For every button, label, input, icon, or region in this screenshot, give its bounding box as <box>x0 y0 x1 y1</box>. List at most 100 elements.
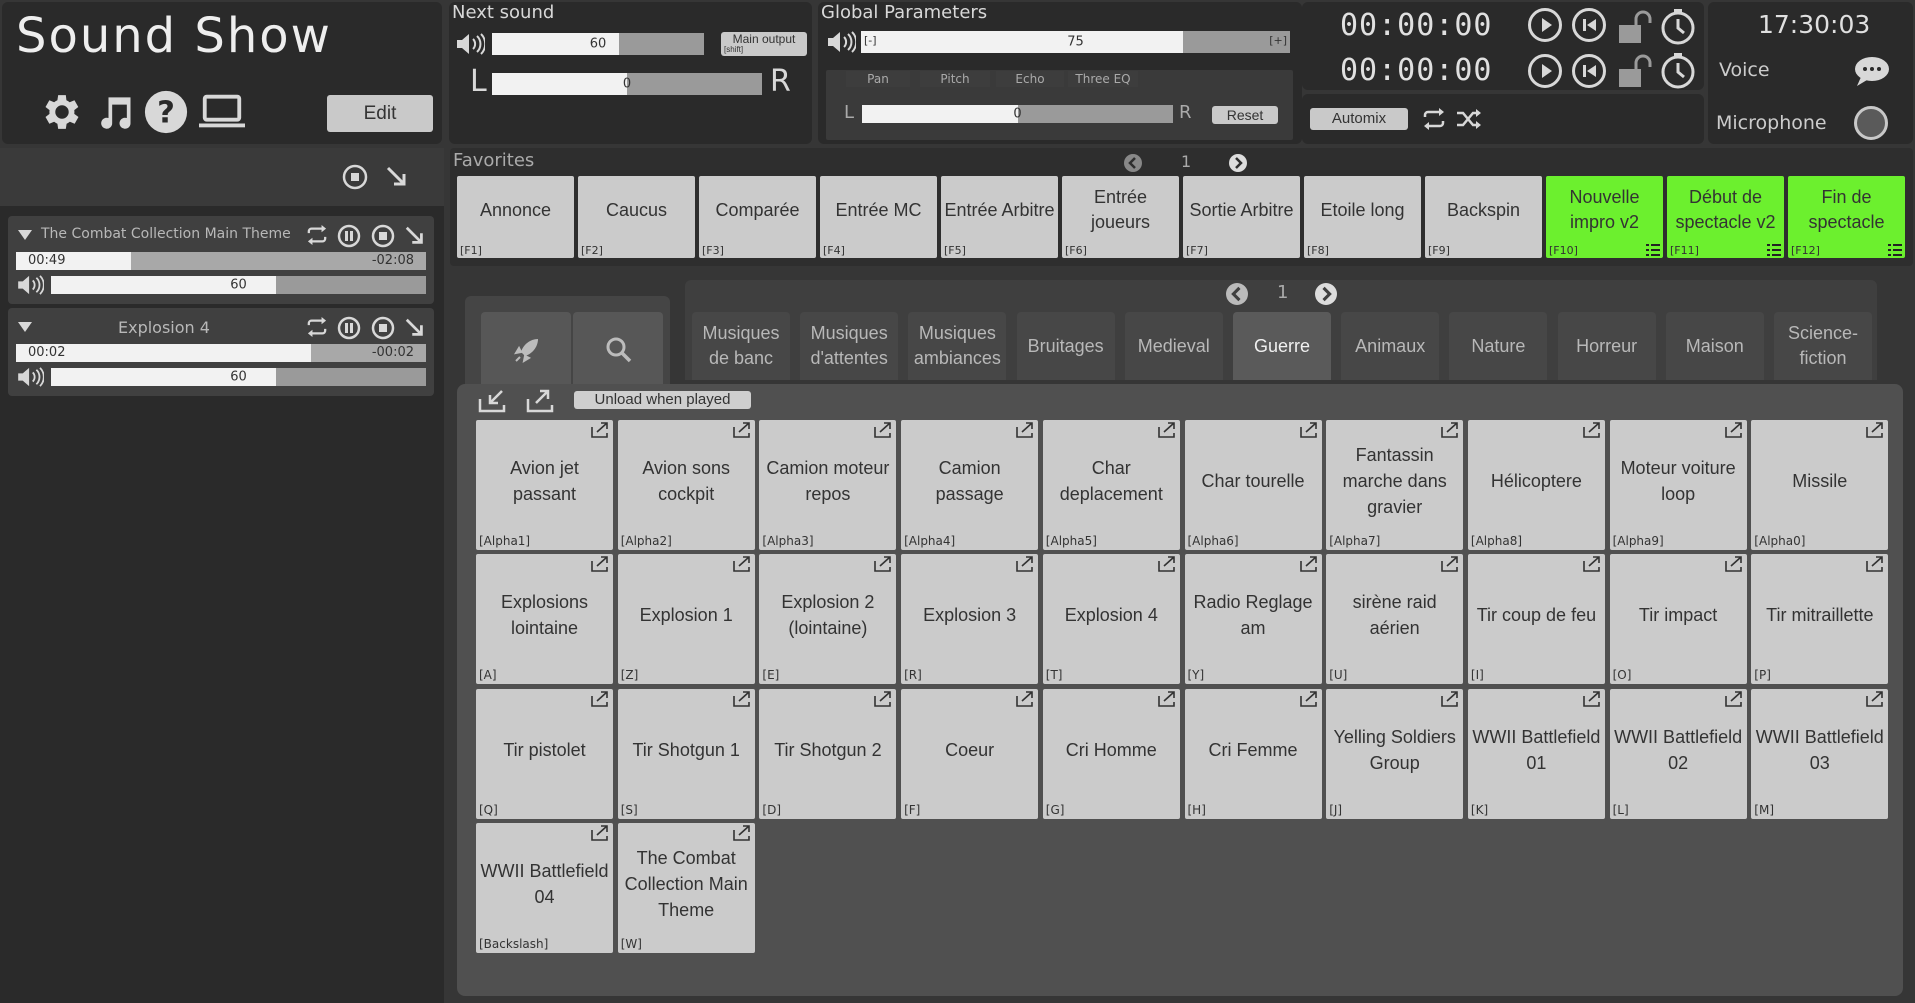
chevron-left-icon[interactable] <box>1123 153 1143 173</box>
tab-three-eq[interactable]: Three EQ <box>1068 71 1138 87</box>
library-tab[interactable]: Medieval <box>1124 312 1223 380</box>
favorite-button[interactable]: Etoile long [F8] <box>1304 176 1421 258</box>
sound-tile[interactable]: Cri Homme [G] <box>1042 688 1180 819</box>
sound-tile[interactable]: WWII Battlefield 03 [M] <box>1751 688 1889 819</box>
sound-tile[interactable]: WWII Battlefield 01 [K] <box>1467 688 1605 819</box>
stop-icon[interactable] <box>341 163 369 191</box>
sound-tile[interactable]: Missile [Alpha0] <box>1751 420 1889 550</box>
sound-tile[interactable]: Tir mitraillette [P] <box>1751 554 1889 685</box>
sound-tile[interactable]: Camion moteur repos [Alpha3] <box>759 420 897 550</box>
stop-icon[interactable] <box>370 315 396 341</box>
import-icon[interactable] <box>477 388 507 414</box>
sound-tile[interactable]: The Combat Collection Main Theme [W] <box>617 822 755 953</box>
pause-icon[interactable] <box>336 315 362 341</box>
fade-out-icon[interactable] <box>383 163 411 191</box>
player-volume-slider[interactable]: 60 <box>51 368 426 386</box>
play-icon[interactable] <box>1528 8 1562 42</box>
library-tab[interactable]: Bruitages <box>1016 312 1115 380</box>
player-progress-bar[interactable]: 00:02 -00:02 <box>16 344 426 362</box>
sound-tile[interactable]: Fantassin marche dans gravier [Alpha7] <box>1326 420 1464 550</box>
music-note-icon[interactable] <box>90 88 138 136</box>
player-progress-bar[interactable]: 00:49 -02:08 <box>16 252 426 270</box>
global-volume-slider[interactable]: 75 [-] [+] <box>861 31 1290 53</box>
chevron-right-icon[interactable] <box>1314 282 1338 306</box>
loop-icon[interactable] <box>304 316 330 338</box>
skip-back-icon[interactable] <box>1572 8 1606 42</box>
chevron-down-icon[interactable] <box>17 320 33 334</box>
sound-tile[interactable]: Avion sons cockpit [Alpha2] <box>617 420 755 550</box>
library-tab[interactable]: Musiques de banc <box>692 312 790 380</box>
chevron-right-icon[interactable] <box>1228 153 1248 173</box>
shuffle-icon[interactable] <box>1455 106 1483 132</box>
sound-tile[interactable]: WWII Battlefield 02 [L] <box>1609 688 1747 819</box>
library-tab[interactable]: Musiques d'attentes <box>800 312 899 380</box>
tab-echo[interactable]: Echo <box>996 71 1064 87</box>
pause-icon[interactable] <box>336 223 362 249</box>
fade-out-icon[interactable] <box>403 316 427 340</box>
help-icon[interactable]: ? <box>142 88 190 136</box>
mic-toggle-icon[interactable] <box>1854 106 1888 140</box>
next-sound-pan-slider[interactable]: 0 <box>492 73 762 95</box>
sound-tile[interactable]: Yelling Soldiers Group [J] <box>1326 688 1464 819</box>
gear-icon[interactable] <box>38 88 86 136</box>
sound-tile[interactable]: Hélicoptere [Alpha8] <box>1467 420 1605 550</box>
favorite-button[interactable]: Sortie Arbitre [F7] <box>1183 176 1300 258</box>
list-icon[interactable] <box>1646 242 1660 256</box>
list-icon[interactable] <box>1767 242 1781 256</box>
rocket-tab[interactable] <box>481 312 571 388</box>
favorite-button[interactable]: Annonce [F1] <box>457 176 574 258</box>
sound-tile[interactable]: sirène raid aérien [U] <box>1326 554 1464 685</box>
favorite-button[interactable]: Début de spectacle v2 [F11] <box>1667 176 1784 258</box>
favorite-button[interactable]: Comparée [F3] <box>699 176 816 258</box>
unload-when-played-toggle[interactable]: Unload when played <box>574 391 751 409</box>
skip-back-icon[interactable] <box>1572 54 1606 88</box>
favorite-button[interactable]: Fin de spectacle [F12] <box>1788 176 1905 258</box>
global-pan-slider[interactable]: 0 <box>862 105 1173 123</box>
next-sound-volume-slider[interactable]: 60 <box>492 33 704 55</box>
library-tab[interactable]: Guerre <box>1233 312 1331 380</box>
unlock-icon[interactable] <box>1615 52 1655 90</box>
sound-tile[interactable]: Tir Shotgun 2 [D] <box>759 688 897 819</box>
library-tab[interactable]: Animaux <box>1341 312 1440 380</box>
sound-tile[interactable]: Radio Reglage am [Y] <box>1184 554 1322 685</box>
list-icon[interactable] <box>1888 242 1902 256</box>
timer-icon[interactable] <box>1658 8 1698 46</box>
library-tab[interactable]: Maison <box>1665 312 1764 380</box>
sound-tile[interactable]: Explosions lointaine [A] <box>476 554 613 685</box>
sound-tile[interactable]: Camion passage [Alpha4] <box>901 420 1039 550</box>
library-tab[interactable]: Musiques ambiances <box>908 312 1007 380</box>
search-tab[interactable] <box>573 312 663 388</box>
chevron-left-icon[interactable] <box>1225 282 1249 306</box>
sound-tile[interactable]: Tir Shotgun 1 [S] <box>617 688 755 819</box>
global-volume-increease[interactable]: [+] <box>1269 34 1287 47</box>
favorite-button[interactable]: Backspin [F9] <box>1425 176 1542 258</box>
tab-pan[interactable]: Pan <box>846 71 910 87</box>
sound-tile[interactable]: Explosion 3 [R] <box>901 554 1039 685</box>
sound-tile[interactable]: Moteur voiture loop [Alpha9] <box>1609 420 1747 550</box>
sound-tile[interactable]: Explosion 2 (lointaine) [E] <box>759 554 897 685</box>
sound-tile[interactable]: Avion jet passant [Alpha1] <box>476 420 613 550</box>
laptop-icon[interactable] <box>198 90 246 134</box>
player-volume-slider[interactable]: 60 <box>51 276 426 294</box>
sound-tile[interactable]: Tir impact [O] <box>1609 554 1747 685</box>
reset-button[interactable]: Reset <box>1212 106 1278 124</box>
favorite-button[interactable]: Entrée joueurs [F6] <box>1062 176 1179 258</box>
stop-icon[interactable] <box>370 223 396 249</box>
sound-tile[interactable]: Explosion 4 [T] <box>1042 554 1180 685</box>
main-output-button[interactable]: Main output [shift] <box>721 32 807 56</box>
global-volume-decrease[interactable]: [-] <box>864 34 877 47</box>
favorite-button[interactable]: Entrée Arbitre [F5] <box>941 176 1058 258</box>
unlock-icon[interactable] <box>1615 8 1655 46</box>
sound-tile[interactable]: WWII Battlefield 04 [Backslash] <box>476 822 613 953</box>
sound-tile[interactable]: Tir coup de feu [I] <box>1467 554 1605 685</box>
sound-tile[interactable]: Char deplacement [Alpha5] <box>1042 420 1180 550</box>
export-icon[interactable] <box>525 388 555 414</box>
sound-tile[interactable]: Char tourelle [Alpha6] <box>1184 420 1322 550</box>
timer-icon[interactable] <box>1658 52 1698 90</box>
tab-pitch[interactable]: Pitch <box>920 71 990 87</box>
favorite-button[interactable]: Caucus [F2] <box>578 176 695 258</box>
fade-out-icon[interactable] <box>403 224 427 248</box>
library-tab[interactable]: Nature <box>1449 312 1548 380</box>
sound-tile[interactable]: Tir pistolet [Q] <box>476 688 613 819</box>
play-icon[interactable] <box>1528 54 1562 88</box>
